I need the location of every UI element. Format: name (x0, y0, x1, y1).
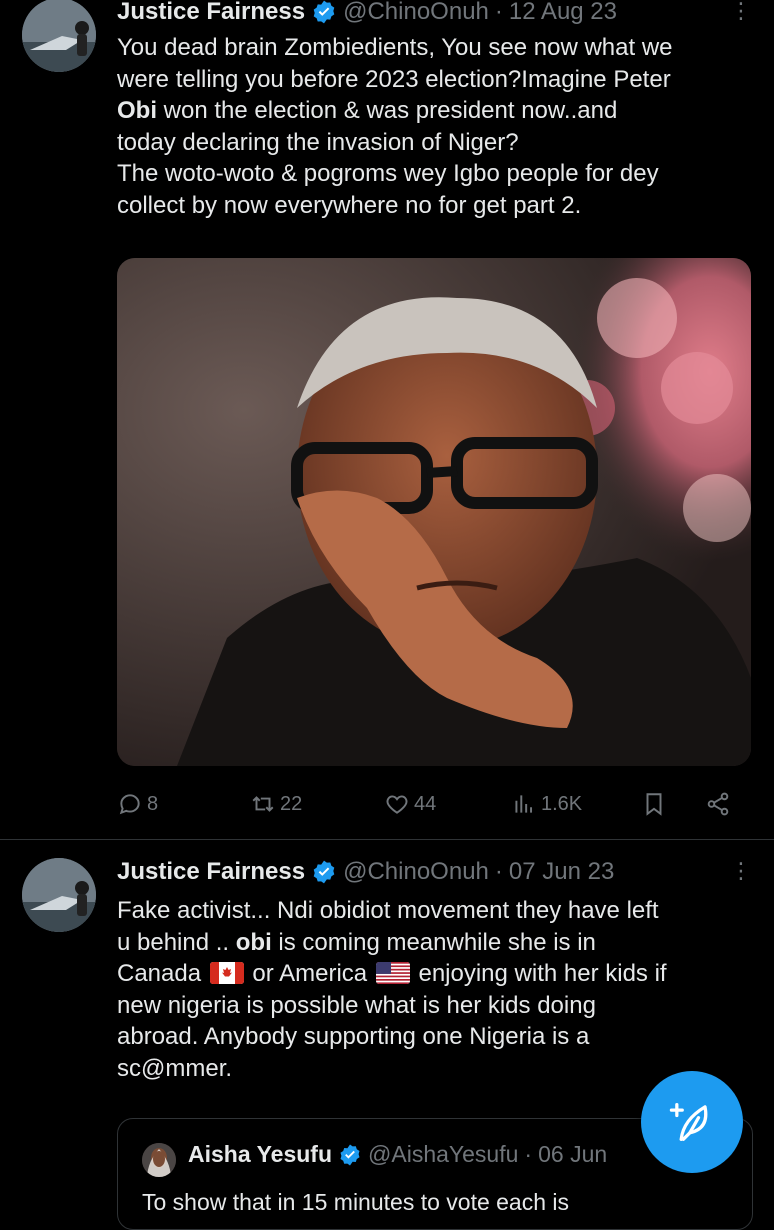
bookmark-icon (646, 793, 662, 816)
tweet-date[interactable]: 07 Jun 23 (509, 858, 614, 886)
avatar[interactable] (142, 1143, 176, 1177)
share-button[interactable] (705, 786, 731, 822)
text-fragment: Canada (117, 960, 208, 987)
avatar[interactable] (22, 858, 96, 932)
header-separator: · (494, 858, 503, 885)
text-fragment: is coming meanwhile she is in (271, 928, 596, 956)
text-line: u behind .. obi is coming meanwhile she … (117, 927, 757, 959)
views-button[interactable]: 1.6K (511, 786, 582, 822)
more-options-icon[interactable]: ⋮ (726, 858, 756, 884)
author-name[interactable]: Justice Fairness (117, 0, 305, 26)
compose-button[interactable] (641, 1071, 743, 1173)
header-separator: · (494, 0, 503, 25)
photo-image (117, 258, 751, 766)
avatar-image (22, 858, 96, 932)
tweet-actions: 8 22 44 1.6K (117, 786, 757, 822)
verified-icon (340, 1144, 360, 1165)
repost-icon (252, 796, 274, 812)
author-name[interactable]: Justice Fairness (117, 858, 305, 886)
canada-flag-icon (209, 962, 244, 984)
text-line: Fake activist... Ndi obidiot movement th… (117, 897, 659, 924)
repost-count: 22 (280, 792, 303, 815)
like-count: 44 (414, 792, 437, 815)
text-line: were telling you before 2023 election?Im… (117, 65, 671, 93)
avatar-image (22, 0, 96, 72)
hashtag-obi[interactable]: obi (236, 929, 272, 956)
quote-header: Aisha Yesufu @AishaYesufu · 06 Jun (188, 1141, 607, 1168)
bookmark-button[interactable] (641, 786, 667, 822)
text-line: The woto-woto & pogroms wey Igbo people … (117, 160, 659, 187)
tweet-photo[interactable] (117, 258, 751, 766)
tweet-header: Justice Fairness @ChinoOnuh · 12 Aug 23 (117, 0, 617, 30)
text-fragment: or America (245, 960, 374, 987)
text-line-rest: won the election & was president now..an… (157, 97, 618, 124)
quote-author-handle[interactable]: @AishaYesufu (368, 1141, 518, 1168)
text-line: Obi won the election & was president now… (117, 95, 757, 127)
text-line: today declaring the invasion of Niger? (117, 128, 519, 156)
text-line: Canada or America enjoying with her kids… (117, 958, 757, 990)
verified-icon (313, 860, 335, 884)
hashtag-obi[interactable]: Obi (117, 97, 157, 124)
reply-button[interactable]: 8 (117, 786, 158, 822)
quote-text: To show that in 15 minutes to vote each … (142, 1189, 570, 1215)
tweet-header: Justice Fairness @ChinoOnuh · 07 Jun 23 (117, 854, 614, 890)
share-icon (707, 792, 729, 816)
quote-author-name[interactable]: Aisha Yesufu (188, 1141, 332, 1168)
tweet-1[interactable]: Justice Fairness @ChinoOnuh · 12 Aug 23 … (0, 0, 774, 839)
more-options-icon[interactable]: ⋮ (726, 0, 756, 24)
text-line: sc@mmer. (117, 1054, 233, 1082)
avatar-image (142, 1143, 176, 1177)
text-line: collect by now everywhere no for get par… (117, 191, 582, 219)
text-line: abroad. Anybody supporting one Nigeria i… (117, 1023, 590, 1050)
text-fragment: enjoying with her kids if (411, 960, 667, 987)
text-line: new nigeria is possible what is her kids… (117, 991, 596, 1019)
reply-icon (119, 794, 140, 815)
text-line: You dead brain Zombiedients, You see now… (117, 34, 673, 61)
compose-icon (669, 1103, 708, 1141)
views-count: 1.6K (541, 792, 583, 815)
reply-count: 8 (147, 792, 159, 815)
tweet-text: Fake activist... Ndi obidiot movement th… (117, 895, 757, 1084)
author-handle[interactable]: @ChinoOnuh (343, 0, 489, 26)
author-handle[interactable]: @ChinoOnuh (343, 858, 489, 886)
views-icon (515, 795, 533, 813)
tweet-text: You dead brain Zombiedients, You see now… (117, 32, 757, 221)
repost-button[interactable]: 22 (250, 786, 302, 822)
like-button[interactable]: 44 (384, 786, 436, 822)
quote-date[interactable]: 06 Jun (538, 1141, 607, 1168)
verified-icon (313, 0, 335, 24)
text-fragment: u behind .. (117, 928, 236, 956)
usa-flag-icon (375, 962, 410, 984)
tweet-date[interactable]: 12 Aug 23 (509, 0, 617, 26)
like-icon (386, 795, 408, 814)
header-separator: · (524, 1141, 533, 1167)
avatar[interactable] (22, 0, 96, 72)
